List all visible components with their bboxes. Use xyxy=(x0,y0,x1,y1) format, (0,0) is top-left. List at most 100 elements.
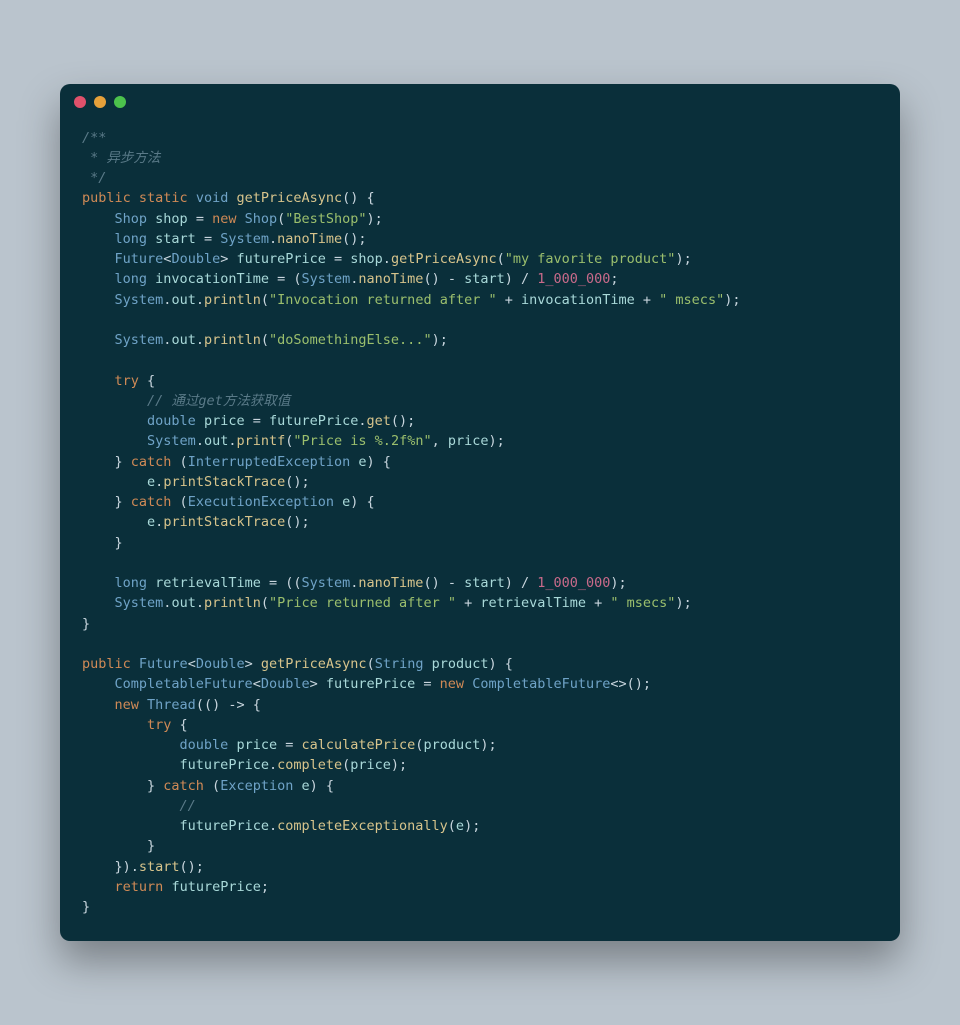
method: printf xyxy=(236,433,285,449)
type: InterruptedException xyxy=(188,454,351,470)
identifier: e xyxy=(456,818,464,834)
keyword: catch xyxy=(163,778,204,794)
identifier: start xyxy=(155,231,196,247)
identifier: product xyxy=(423,737,480,753)
identifier: futurePrice xyxy=(180,818,269,834)
method: completeExceptionally xyxy=(277,818,448,834)
type: Exception xyxy=(220,778,293,794)
identifier: retrievalTime xyxy=(480,595,586,611)
string: "Price is %.2f%n" xyxy=(293,433,431,449)
keyword: new xyxy=(440,676,464,692)
type: Double xyxy=(196,656,245,672)
string: "doSomethingElse..." xyxy=(269,332,432,348)
keyword: return xyxy=(115,879,164,895)
method: calculatePrice xyxy=(302,737,416,753)
comment: */ xyxy=(82,170,106,186)
type: Future xyxy=(139,656,188,672)
comment: /** xyxy=(82,130,106,146)
type: System xyxy=(115,332,164,348)
method: println xyxy=(204,332,261,348)
identifier: price xyxy=(236,737,277,753)
method: start xyxy=(139,859,180,875)
type: CompletableFuture xyxy=(472,676,610,692)
method: nanoTime xyxy=(358,575,423,591)
identifier: out xyxy=(204,433,228,449)
keyword: public xyxy=(82,656,131,672)
identifier: futurePrice xyxy=(236,251,325,267)
type: long xyxy=(115,231,148,247)
identifier: e xyxy=(301,778,309,794)
type: Shop xyxy=(115,211,148,227)
comment: * 异步方法 xyxy=(82,150,160,166)
method: println xyxy=(204,292,261,308)
identifier: e xyxy=(147,474,155,490)
type: System xyxy=(115,595,164,611)
string: " msecs" xyxy=(610,595,675,611)
method: printStackTrace xyxy=(163,514,285,530)
comment: // 通过get方法获取值 xyxy=(147,393,290,409)
identifier: e xyxy=(358,454,366,470)
keyword: try xyxy=(147,717,171,733)
identifier: price xyxy=(448,433,489,449)
identifier: futurePrice xyxy=(326,676,415,692)
identifier: futurePrice xyxy=(171,879,260,895)
type: System xyxy=(115,292,164,308)
method: nanoTime xyxy=(358,271,423,287)
keyword: try xyxy=(115,373,139,389)
string: "my favorite product" xyxy=(505,251,676,267)
identifier: shop xyxy=(350,251,383,267)
keyword: public xyxy=(82,190,131,206)
method: get xyxy=(367,413,391,429)
identifier: futurePrice xyxy=(180,757,269,773)
type: Double xyxy=(171,251,220,267)
code-window: /** * 异步方法 */ public static void getPric… xyxy=(60,84,900,942)
type: Future xyxy=(115,251,164,267)
type: System xyxy=(301,271,350,287)
comment: // xyxy=(180,798,196,814)
function-name: getPriceAsync xyxy=(237,190,343,206)
type: Double xyxy=(261,676,310,692)
identifier: retrievalTime xyxy=(155,575,261,591)
keyword: static xyxy=(139,190,188,206)
identifier: e xyxy=(147,514,155,530)
string: "Price returned after " xyxy=(269,595,456,611)
type: long xyxy=(115,575,148,591)
identifier: price xyxy=(204,413,245,429)
keyword: catch xyxy=(131,494,172,510)
type: CompletableFuture xyxy=(115,676,253,692)
close-icon[interactable] xyxy=(74,96,86,108)
string: "BestShop" xyxy=(285,211,366,227)
keyword: catch xyxy=(131,454,172,470)
string: " msecs" xyxy=(659,292,724,308)
type: Thread xyxy=(147,697,196,713)
type: Shop xyxy=(245,211,278,227)
type: System xyxy=(301,575,350,591)
code-block[interactable]: /** * 异步方法 */ public static void getPric… xyxy=(60,120,900,918)
type: String xyxy=(375,656,424,672)
method: complete xyxy=(277,757,342,773)
type: System xyxy=(147,433,196,449)
function-name: getPriceAsync xyxy=(261,656,367,672)
identifier: out xyxy=(171,292,195,308)
identifier: shop xyxy=(155,211,188,227)
identifier: price xyxy=(350,757,391,773)
identifier: out xyxy=(171,332,195,348)
identifier: futurePrice xyxy=(269,413,358,429)
type: System xyxy=(220,231,269,247)
minimize-icon[interactable] xyxy=(94,96,106,108)
keyword: new xyxy=(212,211,236,227)
identifier: invocationTime xyxy=(521,292,635,308)
zoom-icon[interactable] xyxy=(114,96,126,108)
number: 1_000_000 xyxy=(537,271,610,287)
keyword: new xyxy=(115,697,139,713)
identifier: invocationTime xyxy=(155,271,269,287)
identifier: e xyxy=(342,494,350,510)
type: double xyxy=(180,737,229,753)
window-titlebar xyxy=(60,84,900,120)
method: println xyxy=(204,595,261,611)
type: void xyxy=(196,190,229,206)
method: printStackTrace xyxy=(163,474,285,490)
string: "Invocation returned after " xyxy=(269,292,497,308)
identifier: product xyxy=(432,656,489,672)
type: double xyxy=(147,413,196,429)
